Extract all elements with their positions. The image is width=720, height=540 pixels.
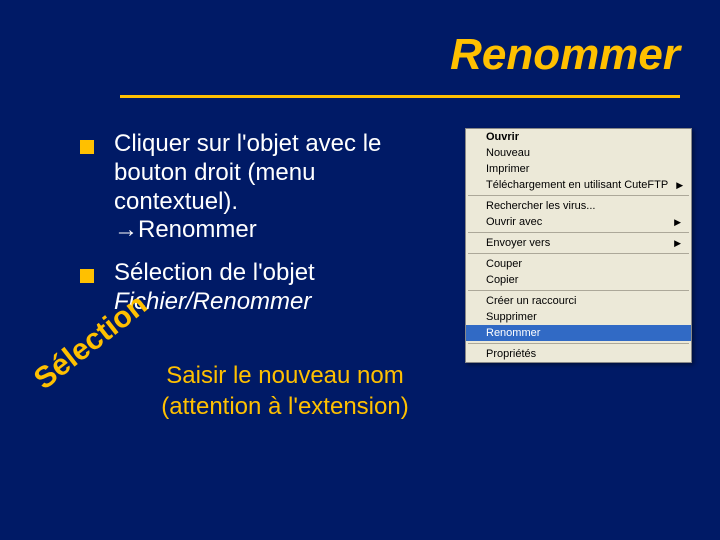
context-menu-separator <box>468 195 689 196</box>
bullet-1-text: Cliquer sur l'objet avec le bouton droit… <box>114 130 440 245</box>
bullet-1: Cliquer sur l'objet avec le bouton droit… <box>80 130 440 245</box>
context-menu-item[interactable]: Supprimer <box>466 309 691 325</box>
context-menu-item-label: Téléchargement en utilisant CuteFTP <box>486 179 668 191</box>
context-menu-item-label: Ouvrir <box>486 131 519 143</box>
context-menu-item-label: Imprimer <box>486 163 529 175</box>
bullet-2-main: Sélection de l'objet <box>114 259 315 286</box>
bullet-square-icon <box>80 140 94 154</box>
context-menu-separator <box>468 343 689 344</box>
context-menu-item-label: Copier <box>486 274 518 286</box>
slide: Renommer Cliquer sur l'objet avec le bou… <box>0 0 720 540</box>
submenu-arrow-icon: ▶ <box>674 217 681 228</box>
context-menu-item-label: Supprimer <box>486 311 537 323</box>
context-menu-item[interactable]: Propriétés <box>466 346 691 362</box>
context-menu-item-label: Renommer <box>486 327 540 339</box>
context-menu-item[interactable]: Rechercher les virus... <box>466 198 691 214</box>
bullet-1-arrow: →Renommer <box>114 216 257 243</box>
context-menu-item[interactable]: Téléchargement en utilisant CuteFTP ▶ <box>466 177 691 193</box>
context-menu-item-label: Ouvrir avec <box>486 216 542 228</box>
submenu-arrow-icon: ▶ <box>676 180 683 191</box>
context-menu-item[interactable]: Copier <box>466 272 691 288</box>
context-menu-item[interactable]: Créer un raccourci <box>466 293 691 309</box>
context-menu-item-label: Propriétés <box>486 348 536 360</box>
context-menu-item-label: Rechercher les virus... <box>486 200 595 212</box>
bullet-2-text: Sélection de l'objet Fichier/Renommer <box>114 259 440 317</box>
context-menu-item[interactable]: Ouvrir <box>466 129 691 145</box>
context-menu-item-label: Créer un raccourci <box>486 295 576 307</box>
context-menu-item[interactable]: Nouveau <box>466 145 691 161</box>
context-menu-item[interactable]: Couper <box>466 256 691 272</box>
context-menu-item[interactable]: Ouvrir avec ▶ <box>466 214 691 230</box>
context-menu-separator <box>468 253 689 254</box>
context-menu-item-label: Envoyer vers <box>486 237 550 249</box>
context-menu: Ouvrir Nouveau Imprimer Téléchargement en u… <box>465 128 692 363</box>
context-menu-separator <box>468 232 689 233</box>
slide-title: Renommer <box>450 30 680 80</box>
title-rule <box>120 95 680 98</box>
context-menu-item-label: Couper <box>486 258 522 270</box>
context-menu-item[interactable]: Renommer <box>466 325 691 341</box>
bullet-square-icon <box>80 269 94 283</box>
context-menu-item-label: Nouveau <box>486 147 530 159</box>
submenu-arrow-icon: ▶ <box>674 238 681 249</box>
bullet-1-main: Cliquer sur l'objet avec le bouton droit… <box>114 130 381 215</box>
context-menu-item[interactable]: Imprimer <box>466 161 691 177</box>
context-menu-item[interactable]: Envoyer vers ▶ <box>466 235 691 251</box>
context-menu-separator <box>468 290 689 291</box>
footer-text: Saisir le nouveau nom (attention à l'ext… <box>120 360 450 422</box>
